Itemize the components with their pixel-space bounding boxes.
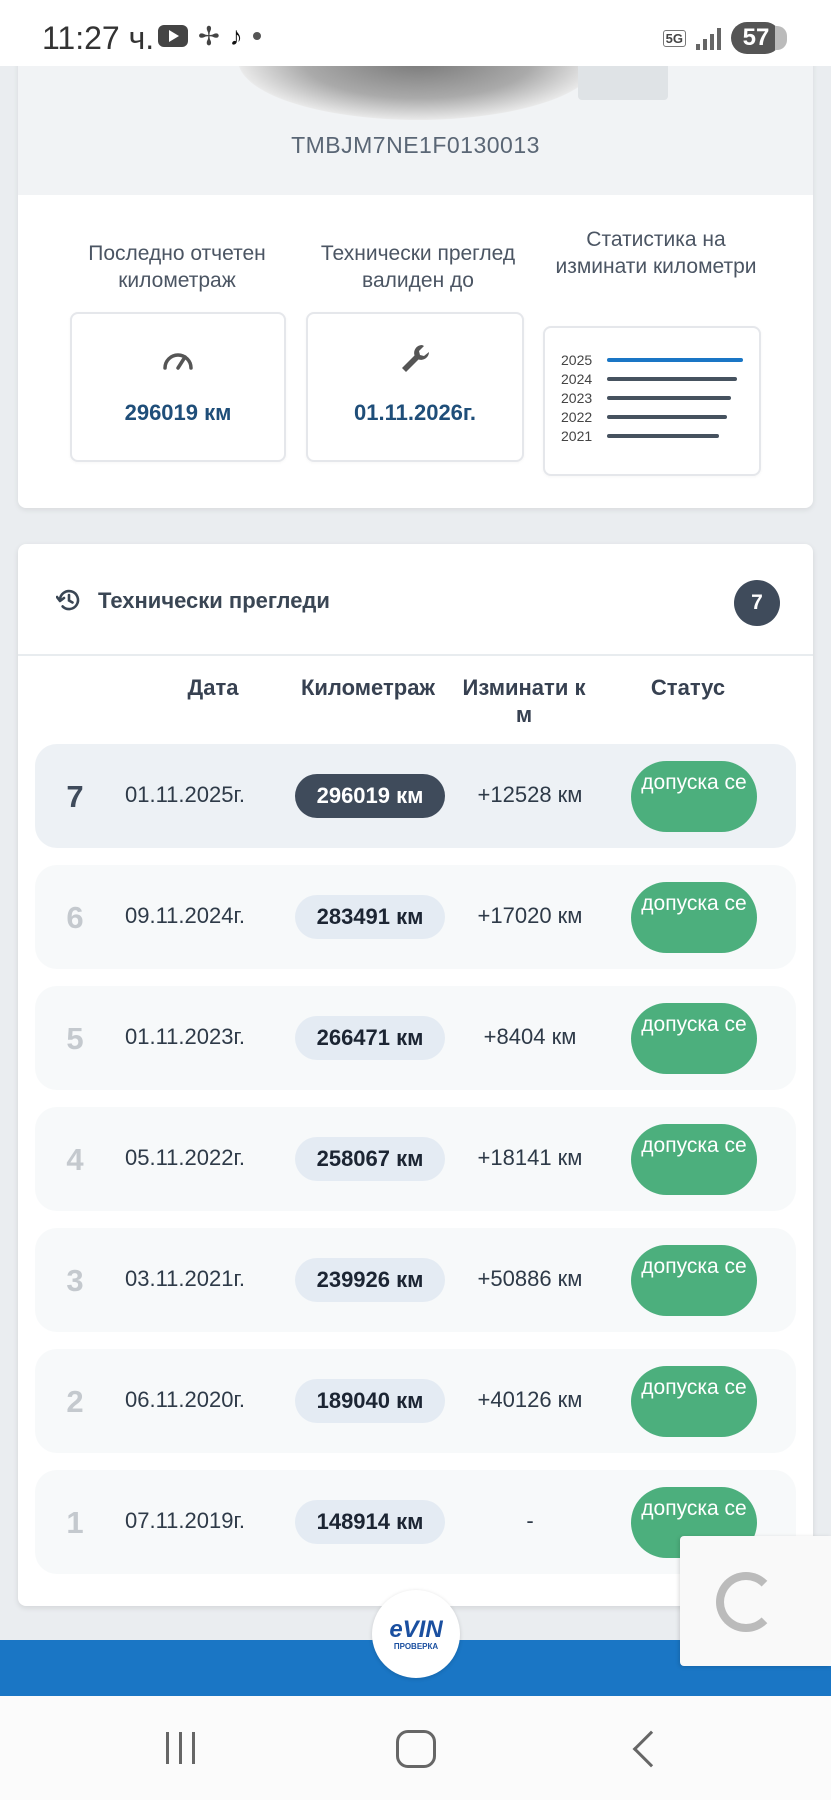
wrench-icon bbox=[308, 342, 522, 381]
tiktok-icon: ♪ bbox=[229, 21, 243, 51]
recent-apps-button[interactable] bbox=[166, 1726, 195, 1770]
row-number: 4 bbox=[66, 1142, 84, 1177]
chart-row-2024: 2024 bbox=[561, 371, 737, 387]
status-bar: 11:27 ч. ✢ ♪ 5G 57 bbox=[0, 0, 831, 66]
row-mileage: 296019 км bbox=[295, 774, 445, 818]
row-date: 01.11.2025г. bbox=[125, 782, 245, 807]
table-row[interactable]: 6 09.11.2024г. 283491 км +17020 км допус… bbox=[35, 865, 796, 969]
row-number: 6 bbox=[66, 900, 84, 935]
table-row[interactable]: 3 03.11.2021г. 239926 км +50886 км допус… bbox=[35, 1228, 796, 1332]
row-number: 3 bbox=[66, 1263, 84, 1298]
row-mileage: 283491 км bbox=[295, 895, 445, 939]
chart-label: Статистика на изминати километри bbox=[555, 228, 757, 278]
system-icons: 5G 57 bbox=[662, 22, 787, 54]
logo-subtext: ПРОВЕРКА bbox=[393, 1642, 439, 1651]
mileage-stats-chart[interactable]: 2025 2024 2023 2022 2021 bbox=[543, 326, 761, 476]
row-date: 07.11.2019г. bbox=[125, 1508, 245, 1533]
column-header-date: Дата bbox=[187, 675, 239, 700]
home-button[interactable] bbox=[396, 1730, 436, 1768]
status-badge: допуска се bbox=[631, 1124, 757, 1195]
row-date: 03.11.2021г. bbox=[125, 1266, 245, 1291]
inspection-valid-value: 01.11.2026г. bbox=[354, 400, 476, 425]
row-date: 01.11.2023г. bbox=[125, 1024, 245, 1049]
column-header-status: Статус bbox=[650, 675, 726, 700]
row-mileage: 148914 км bbox=[295, 1500, 445, 1544]
row-number: 2 bbox=[66, 1384, 84, 1419]
table-row[interactable]: 5 01.11.2023г. 266471 км +8404 км допуск… bbox=[35, 986, 796, 1090]
mileage-label: Последно отчетен километраж bbox=[88, 242, 266, 292]
system-nav-bar bbox=[0, 1696, 831, 1800]
status-time: 11:27 ч. bbox=[42, 20, 155, 56]
mileage-value: 296019 км bbox=[124, 400, 232, 425]
row-date: 09.11.2024г. bbox=[125, 903, 245, 928]
row-mileage: 239926 км bbox=[295, 1258, 445, 1302]
recaptcha-badge[interactable] bbox=[680, 1536, 831, 1666]
row-number: 1 bbox=[66, 1505, 84, 1540]
battery-icon: 57 bbox=[731, 22, 787, 54]
chart-row-2025: 2025 bbox=[561, 352, 743, 368]
row-mileage: 258067 км bbox=[295, 1137, 445, 1181]
row-diff: +40126 км bbox=[477, 1387, 583, 1412]
mileage-box: 296019 км bbox=[70, 312, 286, 462]
chart-row-2022: 2022 bbox=[561, 409, 727, 425]
row-diff: +8404 км bbox=[483, 1024, 577, 1049]
chart-row-2023: 2023 bbox=[561, 390, 731, 406]
status-badge: допуска се bbox=[631, 882, 757, 953]
youtube-icon bbox=[158, 25, 188, 47]
row-date: 06.11.2020г. bbox=[125, 1387, 245, 1412]
column-header-mileage: Километраж bbox=[300, 675, 436, 700]
vehicle-summary-card: TMBJM7NE1F0130013 Последно отчетен килом… bbox=[18, 40, 813, 508]
row-number: 5 bbox=[66, 1021, 84, 1056]
speedometer-icon bbox=[72, 348, 284, 377]
table-row[interactable]: 4 05.11.2022г. 258067 км +18141 км допус… bbox=[35, 1107, 796, 1211]
row-diff: +12528 км bbox=[477, 782, 583, 807]
status-badge: допуска се bbox=[631, 1245, 757, 1316]
status-badge: допуска се bbox=[631, 1003, 757, 1074]
back-button[interactable] bbox=[632, 1730, 670, 1768]
chart-row-2021: 2021 bbox=[561, 428, 719, 444]
network-type-icon: 5G bbox=[662, 29, 686, 47]
row-diff: +50886 км bbox=[477, 1266, 583, 1291]
inspection-valid-box: 01.11.2026г. bbox=[306, 312, 524, 462]
inspections-title: Технически прегледи bbox=[98, 588, 330, 613]
inspections-card: Технически прегледи 7 Дата Километраж Из… bbox=[18, 544, 813, 1606]
more-notifications-icon bbox=[252, 32, 261, 40]
fan-icon: ✢ bbox=[198, 21, 220, 51]
inspections-header: Технически прегледи 7 bbox=[18, 544, 813, 656]
evin-logo[interactable]: eVIN ПРОВЕРКА bbox=[372, 1590, 460, 1678]
recaptcha-icon bbox=[716, 1572, 776, 1632]
logo-text: eVIN bbox=[389, 1616, 443, 1643]
row-diff: - bbox=[526, 1508, 534, 1533]
status-badge: допуска се bbox=[631, 1366, 757, 1437]
inspection-valid-label: Технически преглед валиден до bbox=[320, 242, 516, 292]
row-number: 7 bbox=[66, 779, 84, 814]
row-mileage: 189040 км bbox=[295, 1379, 445, 1423]
row-mileage: 266471 км bbox=[295, 1016, 445, 1060]
notification-icons: ✢ ♪ bbox=[158, 21, 261, 51]
signal-icon bbox=[696, 26, 721, 50]
row-date: 05.11.2022г. bbox=[125, 1145, 245, 1170]
table-row[interactable]: 2 06.11.2020г. 189040 км +40126 км допус… bbox=[35, 1349, 796, 1453]
vin-text: TMBJM7NE1F0130013 bbox=[291, 132, 540, 158]
inspections-count-badge: 7 bbox=[734, 580, 780, 626]
table-row[interactable]: 7 01.11.2025г. 296019 км +12528 км допус… bbox=[35, 744, 796, 848]
row-diff: +17020 км bbox=[477, 903, 583, 928]
column-header-diff: Изминати к м bbox=[462, 675, 586, 727]
history-icon bbox=[55, 587, 82, 613]
status-badge: допуска се bbox=[631, 761, 757, 832]
row-diff: +18141 км bbox=[477, 1145, 583, 1170]
